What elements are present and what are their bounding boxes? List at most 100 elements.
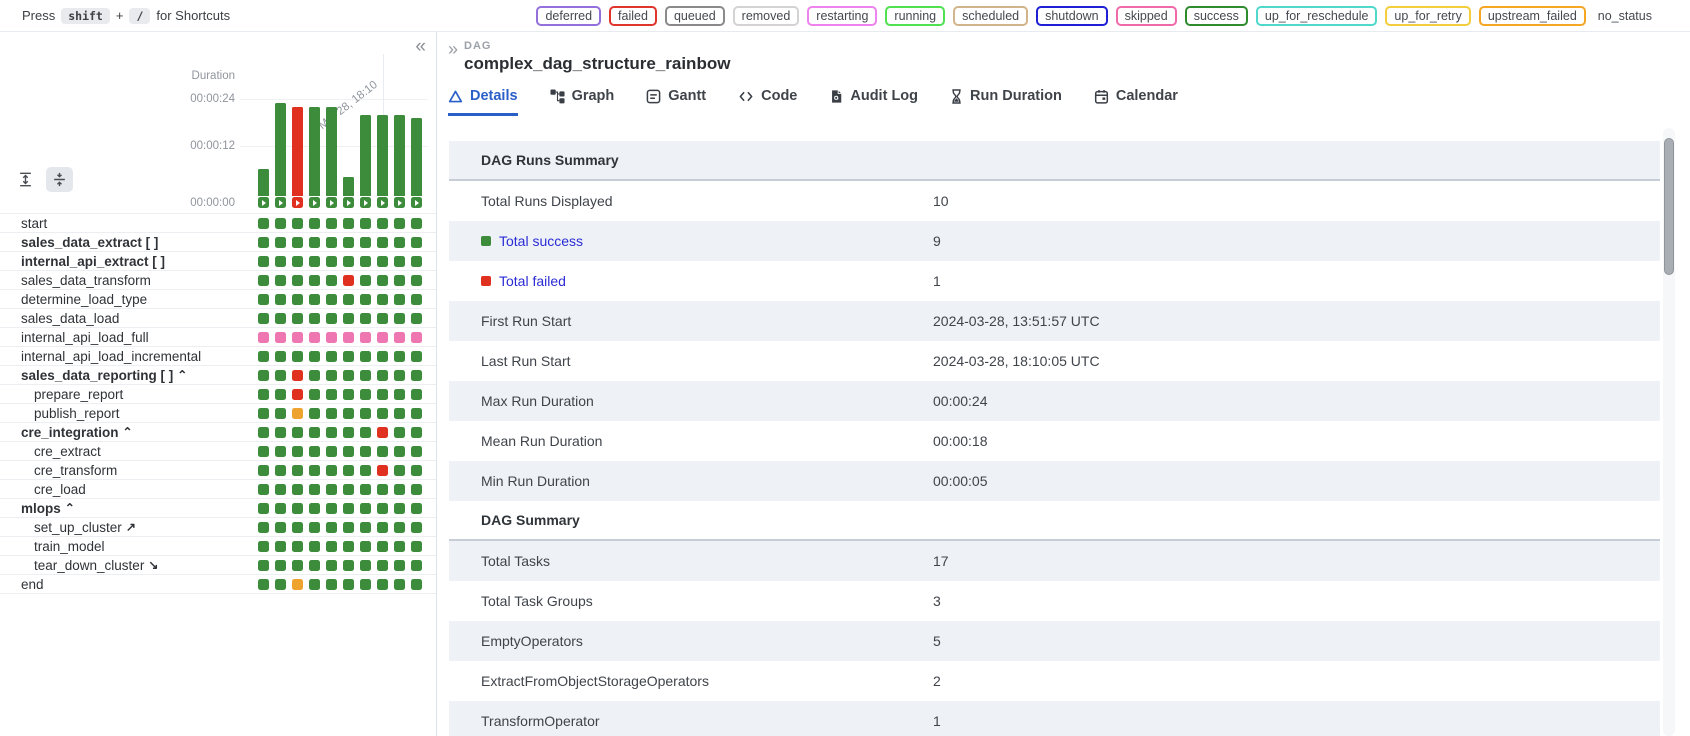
task-instance-square-1[interactable] — [258, 256, 269, 267]
task-instance-square-6[interactable] — [343, 541, 354, 552]
task-instance-square-4[interactable] — [309, 351, 320, 362]
row-label[interactable]: Total success — [449, 233, 933, 249]
task-instance-square-9[interactable] — [394, 275, 405, 286]
task-label[interactable]: mlops — [0, 501, 61, 516]
tab-gantt[interactable]: Gantt — [646, 88, 706, 116]
duration-bar-run-10[interactable] — [411, 118, 422, 196]
task-instance-square-5[interactable] — [326, 275, 337, 286]
task-instance-square-7[interactable] — [360, 237, 371, 248]
task-instance-square-10[interactable] — [411, 256, 422, 267]
task-label[interactable]: sales_data_reporting [ ] — [0, 368, 173, 383]
task-instance-square-1[interactable] — [258, 218, 269, 229]
task-instance-square-2[interactable] — [275, 275, 286, 286]
task-label[interactable]: train_model — [0, 539, 105, 554]
task-instance-square-7[interactable] — [360, 256, 371, 267]
task-instance-square-8[interactable] — [377, 389, 388, 400]
task-instance-square-7[interactable] — [360, 313, 371, 324]
duration-bar-run-8[interactable] — [377, 115, 388, 196]
task-instance-square-3[interactable] — [292, 503, 303, 514]
status-badge-up_for_retry[interactable]: up_for_retry — [1385, 6, 1470, 26]
status-badge-failed[interactable]: failed — [609, 6, 657, 26]
task-instance-square-1[interactable] — [258, 503, 269, 514]
task-instance-square-3[interactable] — [292, 560, 303, 571]
task-instance-square-9[interactable] — [394, 522, 405, 533]
task-instance-square-1[interactable] — [258, 275, 269, 286]
task-instance-square-3[interactable] — [292, 275, 303, 286]
task-instance-square-8[interactable] — [377, 218, 388, 229]
tab-calendar[interactable]: Calendar — [1094, 88, 1178, 116]
task-instance-square-1[interactable] — [258, 427, 269, 438]
task-instance-square-8[interactable] — [377, 408, 388, 419]
task-instance-square-4[interactable] — [309, 465, 320, 476]
task-instance-square-10[interactable] — [411, 237, 422, 248]
task-label[interactable]: start — [0, 216, 47, 231]
task-instance-square-6[interactable] — [343, 332, 354, 343]
task-instance-square-10[interactable] — [411, 522, 422, 533]
task-instance-square-1[interactable] — [258, 370, 269, 381]
dag-run-square-6[interactable] — [343, 197, 354, 208]
chevron-up-icon[interactable]: ⌃ — [65, 501, 75, 515]
status-badge-removed[interactable]: removed — [733, 6, 800, 26]
task-instance-square-6[interactable] — [343, 579, 354, 590]
task-instance-square-3[interactable] — [292, 427, 303, 438]
task-instance-square-4[interactable] — [309, 503, 320, 514]
task-instance-square-1[interactable] — [258, 389, 269, 400]
status-badge-restarting[interactable]: restarting — [807, 6, 877, 26]
status-badge-success[interactable]: success — [1185, 6, 1248, 26]
status-badge-no_status[interactable]: no_status — [1594, 6, 1656, 26]
task-instance-square-8[interactable] — [377, 294, 388, 305]
task-instance-square-10[interactable] — [411, 446, 422, 457]
row-label[interactable]: Total failed — [449, 273, 933, 289]
task-instance-square-1[interactable] — [258, 446, 269, 457]
dag-run-square-10[interactable] — [411, 197, 422, 208]
task-instance-square-9[interactable] — [394, 294, 405, 305]
task-instance-square-9[interactable] — [394, 256, 405, 267]
task-instance-square-4[interactable] — [309, 294, 320, 305]
task-instance-square-10[interactable] — [411, 332, 422, 343]
task-instance-square-4[interactable] — [309, 370, 320, 381]
status-badge-scheduled[interactable]: scheduled — [953, 6, 1028, 26]
collapse-groups-button[interactable] — [46, 167, 73, 192]
task-instance-square-2[interactable] — [275, 256, 286, 267]
task-instance-square-4[interactable] — [309, 256, 320, 267]
task-instance-square-3[interactable] — [292, 446, 303, 457]
task-instance-square-3[interactable] — [292, 389, 303, 400]
task-instance-square-10[interactable] — [411, 370, 422, 381]
tab-graph[interactable]: Graph — [550, 88, 615, 116]
task-instance-square-1[interactable] — [258, 484, 269, 495]
task-instance-square-10[interactable] — [411, 484, 422, 495]
task-instance-square-1[interactable] — [258, 408, 269, 419]
dag-run-square-4[interactable] — [309, 197, 320, 208]
task-instance-square-5[interactable] — [326, 427, 337, 438]
duration-bar-run-2[interactable] — [275, 103, 286, 196]
task-instance-square-6[interactable] — [343, 522, 354, 533]
tab-audit-log[interactable]: Audit Log — [829, 88, 918, 116]
task-instance-square-4[interactable] — [309, 579, 320, 590]
task-instance-square-6[interactable] — [343, 256, 354, 267]
task-instance-square-5[interactable] — [326, 351, 337, 362]
task-instance-square-3[interactable] — [292, 256, 303, 267]
task-instance-square-8[interactable] — [377, 484, 388, 495]
task-instance-square-5[interactable] — [326, 237, 337, 248]
task-instance-square-9[interactable] — [394, 389, 405, 400]
task-instance-square-2[interactable] — [275, 560, 286, 571]
task-instance-square-8[interactable] — [377, 465, 388, 476]
task-instance-square-1[interactable] — [258, 522, 269, 533]
task-instance-square-9[interactable] — [394, 370, 405, 381]
task-label[interactable]: cre_extract — [0, 444, 101, 459]
task-instance-square-7[interactable] — [360, 522, 371, 533]
task-instance-square-10[interactable] — [411, 389, 422, 400]
task-instance-square-3[interactable] — [292, 465, 303, 476]
task-instance-square-8[interactable] — [377, 579, 388, 590]
task-instance-square-8[interactable] — [377, 503, 388, 514]
task-instance-square-9[interactable] — [394, 465, 405, 476]
task-instance-square-7[interactable] — [360, 389, 371, 400]
task-instance-square-5[interactable] — [326, 541, 337, 552]
task-instance-square-4[interactable] — [309, 427, 320, 438]
task-instance-square-10[interactable] — [411, 408, 422, 419]
task-instance-square-6[interactable] — [343, 275, 354, 286]
task-instance-square-8[interactable] — [377, 275, 388, 286]
task-instance-square-9[interactable] — [394, 218, 405, 229]
task-instance-square-7[interactable] — [360, 446, 371, 457]
task-instance-square-2[interactable] — [275, 351, 286, 362]
